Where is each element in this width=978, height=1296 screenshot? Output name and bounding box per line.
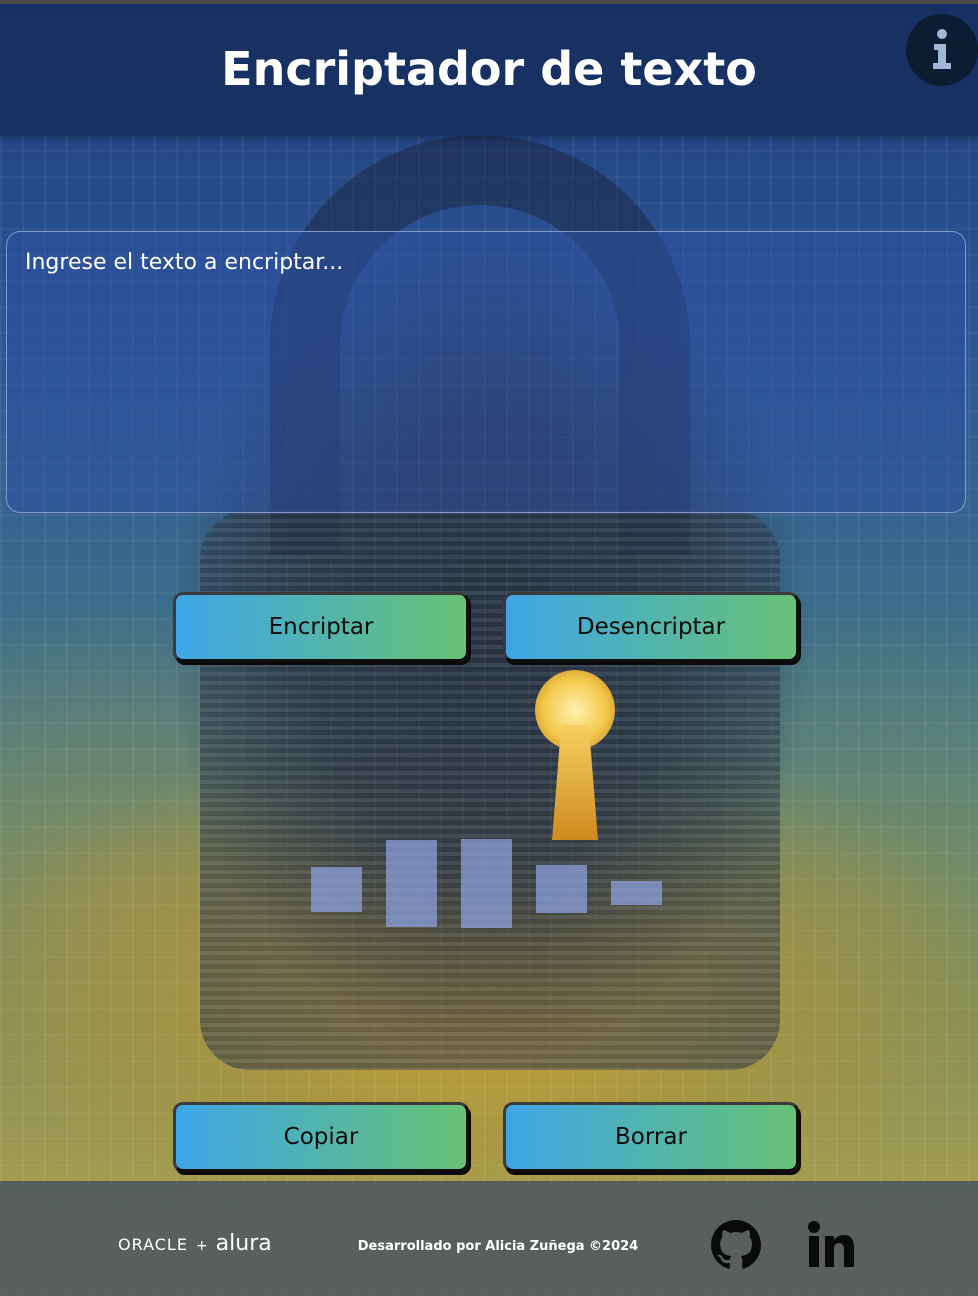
github-icon xyxy=(711,1220,761,1269)
linkedin-icon xyxy=(808,1221,854,1267)
loader-bar xyxy=(611,881,662,905)
github-link[interactable] xyxy=(710,1219,762,1271)
footer: ORACLE + alura Desarrollado por Alicia Z… xyxy=(0,1181,978,1296)
loader-bar xyxy=(536,865,587,913)
linkedin-link[interactable] xyxy=(805,1219,857,1271)
loader-bar xyxy=(311,867,362,912)
copy-button[interactable]: Copiar xyxy=(173,1102,469,1172)
decrypt-button[interactable]: Desencriptar xyxy=(503,592,799,662)
header: Encriptador de texto xyxy=(0,0,978,136)
loader-bar xyxy=(461,839,512,928)
info-button[interactable] xyxy=(906,14,978,86)
keyhole-image xyxy=(530,670,620,840)
clear-button[interactable]: Borrar xyxy=(503,1102,799,1172)
text-input[interactable] xyxy=(6,231,966,513)
info-icon xyxy=(933,29,951,69)
loader-bar xyxy=(386,840,437,927)
encrypt-button[interactable]: Encriptar xyxy=(173,592,469,662)
page-title: Encriptador de texto xyxy=(221,42,757,96)
